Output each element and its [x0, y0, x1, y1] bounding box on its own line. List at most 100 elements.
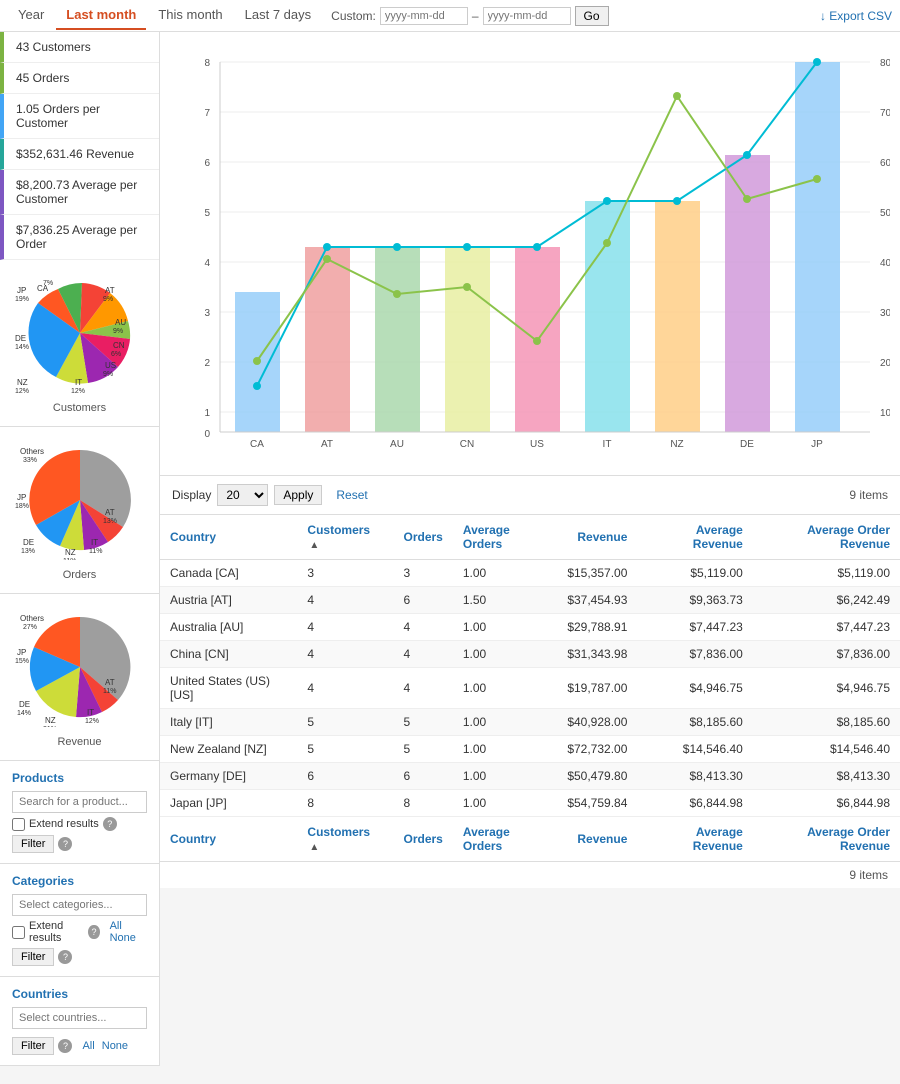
svg-text:AT: AT: [105, 286, 115, 295]
footer-col-country[interactable]: Country: [160, 817, 297, 862]
svg-text:9%: 9%: [103, 296, 113, 303]
cell-revenue: $31,343.98: [557, 641, 637, 668]
cell-orders: 4: [394, 668, 453, 709]
reset-button[interactable]: Reset: [328, 486, 375, 504]
cell-customers: 4: [297, 641, 393, 668]
countries-filter-button[interactable]: Filter: [12, 1037, 54, 1055]
products-filter-help-icon[interactable]: ?: [58, 837, 72, 851]
svg-text:12%: 12%: [71, 388, 85, 393]
countries-title: Countries: [12, 987, 147, 1001]
countries-select-input[interactable]: [12, 1007, 147, 1029]
col-avg-revenue[interactable]: Average Revenue: [637, 515, 752, 560]
svg-text:IT: IT: [75, 378, 82, 387]
categories-title: Categories: [12, 874, 147, 888]
apply-button[interactable]: Apply: [274, 485, 322, 505]
categories-filter-help-icon[interactable]: ?: [58, 950, 72, 964]
date-separator: –: [472, 9, 479, 23]
cell-avg-orders: 1.00: [453, 709, 557, 736]
svg-text:21%: 21%: [43, 726, 57, 727]
tab-last-month[interactable]: Last month: [56, 1, 146, 30]
svg-text:14%: 14%: [15, 344, 29, 351]
main-content: 8 7 6 5 4 3 2 1 0 80000.00 70000.00 6000…: [160, 32, 900, 1066]
cell-avg-revenue: $7,836.00: [637, 641, 752, 668]
tab-last-7-days[interactable]: Last 7 days: [235, 1, 322, 30]
tab-this-month[interactable]: This month: [148, 1, 232, 30]
cell-orders: 6: [394, 763, 453, 790]
orders-pie-title: Orders: [4, 565, 155, 585]
stat-customers: 43 Customers: [0, 32, 159, 63]
svg-text:NZ: NZ: [670, 439, 683, 450]
svg-text:IT: IT: [603, 439, 612, 450]
stat-orders: 45 Orders: [0, 63, 159, 94]
categories-select-input[interactable]: [12, 894, 147, 916]
footer-col-avg-orders[interactable]: Average Orders: [453, 817, 557, 862]
categories-filter-button[interactable]: Filter: [12, 948, 54, 966]
col-avg-order-revenue[interactable]: Average Order Revenue: [753, 515, 900, 560]
cell-avg-order-revenue: $5,119.00: [753, 560, 900, 587]
products-help-icon[interactable]: ?: [103, 817, 117, 831]
col-revenue[interactable]: Revenue: [557, 515, 637, 560]
svg-text:15%: 15%: [15, 658, 29, 665]
table-row: New Zealand [NZ] 5 5 1.00 $72,732.00 $14…: [160, 736, 900, 763]
svg-text:CN: CN: [460, 439, 474, 450]
svg-text:Others: Others: [20, 614, 44, 623]
countries-all-none[interactable]: All None: [80, 1040, 130, 1052]
cell-revenue: $37,454.93: [557, 587, 637, 614]
countries-none-label[interactable]: None: [102, 1040, 128, 1052]
chart-area: 8 7 6 5 4 3 2 1 0 80000.00 70000.00 6000…: [160, 32, 900, 476]
date-from-input[interactable]: [380, 7, 468, 25]
cell-avg-order-revenue: $8,413.30: [753, 763, 900, 790]
svg-text:JP: JP: [17, 493, 26, 502]
col-avg-orders[interactable]: Average Orders: [453, 515, 557, 560]
cell-avg-orders: 1.00: [453, 790, 557, 817]
col-orders[interactable]: Orders: [394, 515, 453, 560]
table-controls: Display 20 50 100 Apply Reset 9 items: [160, 476, 900, 515]
cell-avg-revenue: $9,363.73: [637, 587, 752, 614]
svg-text:JP: JP: [17, 286, 26, 295]
orders-pie-section: Others 33% AT 13% IT 11% NZ 11% DE 13% J…: [0, 427, 159, 594]
cell-orders: 5: [394, 736, 453, 763]
table-row: China [CN] 4 4 1.00 $31,343.98 $7,836.00…: [160, 641, 900, 668]
customers-pie-section: CA 7% AT 9% AU 9% CN 6% US 9% IT 12% NZ …: [0, 260, 159, 427]
customers-sort-icon: ▲: [309, 540, 319, 551]
cell-avg-revenue: $4,946.75: [637, 668, 752, 709]
cell-country: China [CN]: [160, 641, 297, 668]
products-filter-button[interactable]: Filter: [12, 835, 54, 853]
footer-col-avg-order-revenue[interactable]: Average Order Revenue: [753, 817, 900, 862]
products-filter-section: Products Extend results ? Filter ?: [0, 761, 159, 864]
col-customers[interactable]: Customers ▲: [297, 515, 393, 560]
cell-revenue: $15,357.00: [557, 560, 637, 587]
custom-label: Custom:: [331, 9, 376, 23]
categories-help-icon[interactable]: ?: [88, 925, 99, 939]
items-count: 9 items: [849, 488, 888, 502]
svg-text:AT: AT: [105, 508, 115, 517]
svg-text:AT: AT: [321, 439, 333, 450]
products-extend-checkbox[interactable]: [12, 818, 25, 831]
tab-year[interactable]: Year: [8, 1, 54, 30]
footer-col-avg-revenue[interactable]: Average Revenue: [637, 817, 752, 862]
footer-col-orders[interactable]: Orders: [394, 817, 453, 862]
footer-col-revenue[interactable]: Revenue: [557, 817, 637, 862]
cell-avg-revenue: $6,844.98: [637, 790, 752, 817]
cell-orders: 3: [394, 560, 453, 587]
categories-all-label[interactable]: All: [110, 920, 122, 932]
export-csv-button[interactable]: ↓ Export CSV: [820, 9, 892, 23]
display-count-select[interactable]: 20 50 100: [217, 484, 268, 506]
customers-pie-chart: CA 7% AT 9% AU 9% CN 6% US 9% IT 12% NZ …: [4, 268, 155, 398]
date-to-input[interactable]: [483, 7, 571, 25]
countries-all-label[interactable]: All: [82, 1040, 94, 1052]
svg-text:8: 8: [204, 58, 210, 69]
cell-revenue: $19,787.00: [557, 668, 637, 709]
categories-all-none[interactable]: All None: [108, 920, 147, 944]
display-label: Display: [172, 488, 211, 502]
svg-text:11%: 11%: [63, 558, 77, 560]
col-country[interactable]: Country: [160, 515, 297, 560]
countries-filter-help-icon[interactable]: ?: [58, 1039, 72, 1053]
categories-none-label[interactable]: None: [110, 932, 136, 944]
cell-orders: 5: [394, 709, 453, 736]
go-button[interactable]: Go: [575, 6, 609, 26]
categories-extend-checkbox[interactable]: [12, 926, 25, 939]
product-search-input[interactable]: [12, 791, 147, 813]
svg-text:DE: DE: [19, 700, 30, 709]
footer-col-customers[interactable]: Customers ▲: [297, 817, 393, 862]
